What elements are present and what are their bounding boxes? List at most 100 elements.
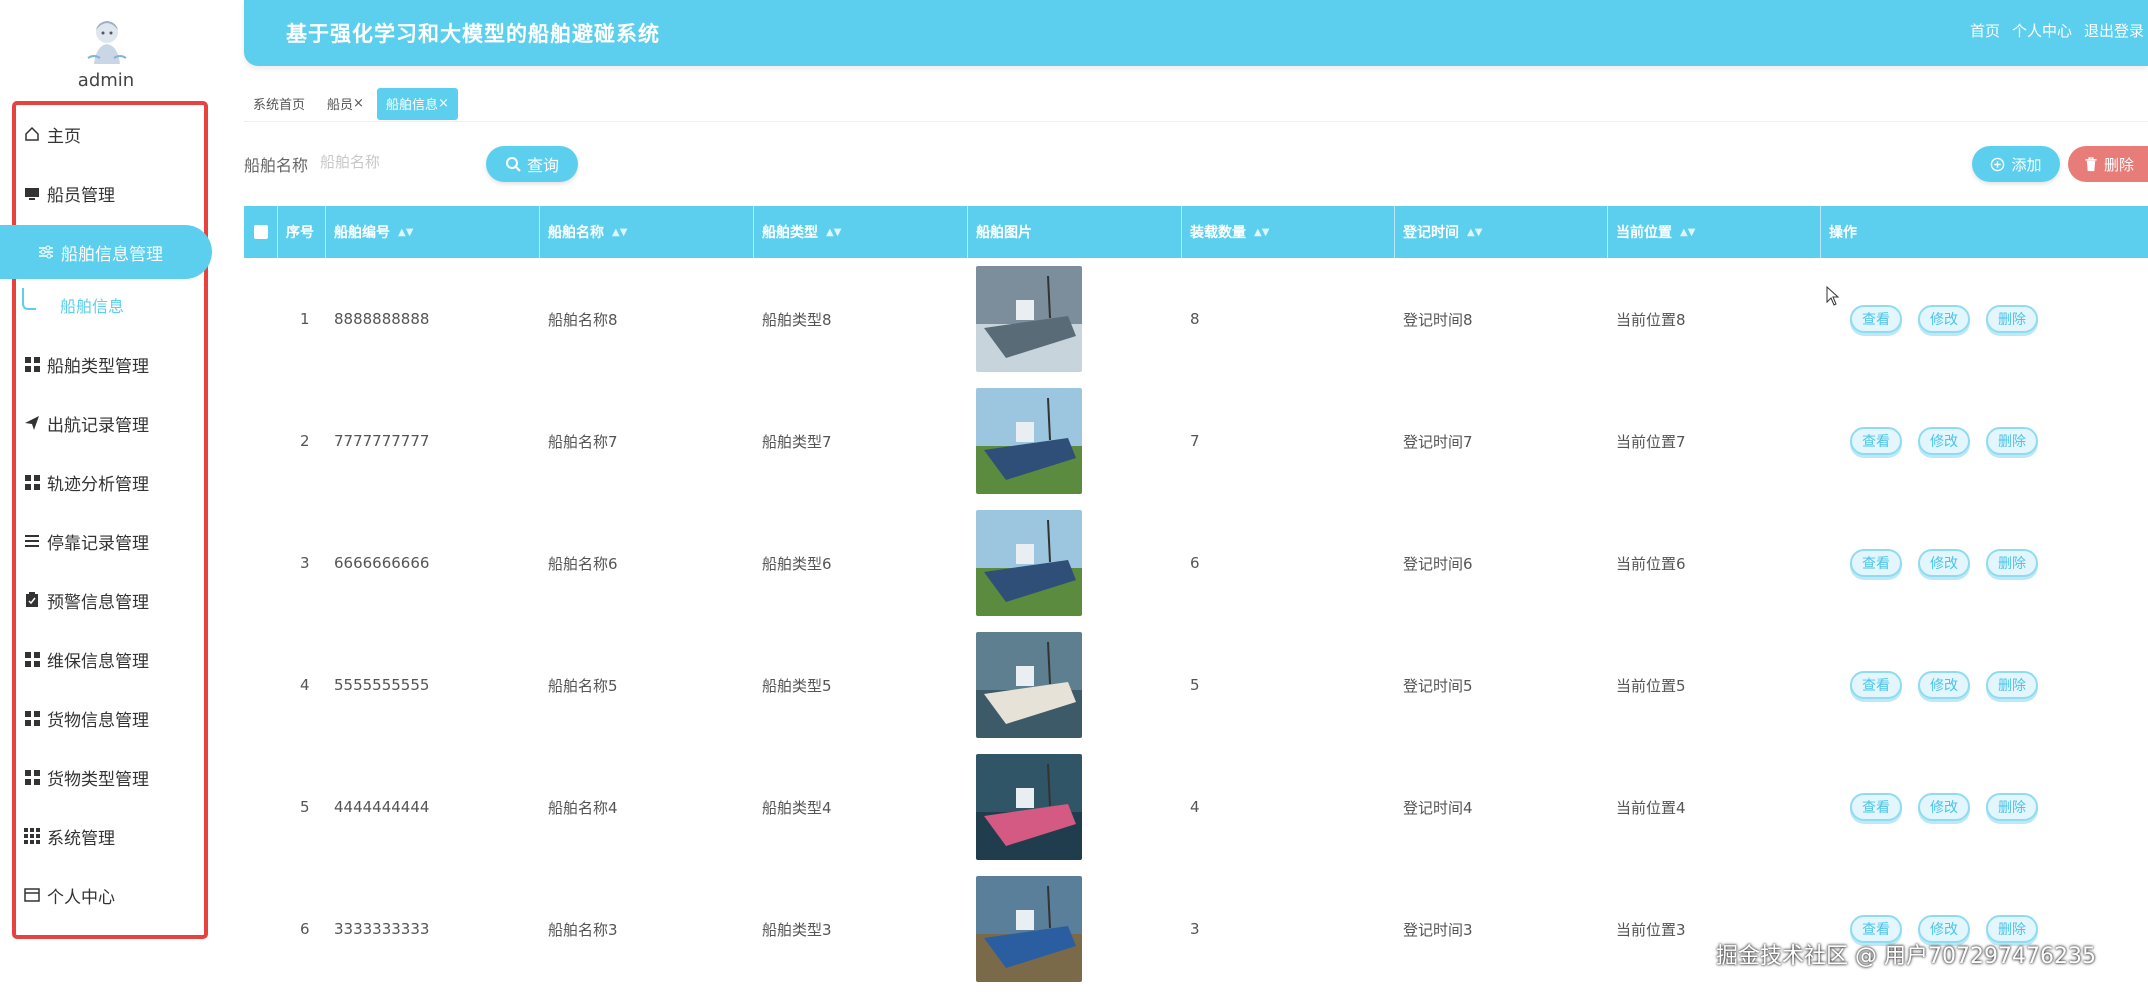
menu-item-label: 预警信息管理	[47, 592, 149, 613]
search-input[interactable]	[320, 144, 470, 180]
page-title: 基于强化学习和大模型的船舶避碰系统	[286, 22, 660, 46]
edit-button[interactable]: 修改	[1918, 549, 1970, 577]
row-checkbox-cell[interactable]	[244, 746, 278, 868]
column-header-time[interactable]: 登记时间 ▲▼	[1395, 206, 1608, 258]
select-all-checkbox-cell	[244, 206, 278, 258]
edit-button[interactable]: 修改	[1918, 305, 1970, 333]
sort-icon: ▲▼	[612, 226, 628, 238]
menu-item-cargo-info[interactable]: 货物信息管理	[24, 696, 149, 740]
view-button[interactable]: 查看	[1850, 793, 1902, 821]
tab-system-home[interactable]: 系统首页	[244, 88, 314, 120]
edit-button[interactable]: 修改	[1918, 427, 1970, 455]
view-button[interactable]: 查看	[1850, 305, 1902, 333]
header-link-home[interactable]: 首页	[1970, 20, 2000, 41]
menu-item-label: 主页	[47, 126, 81, 147]
menu-item-voyage[interactable]: 出航记录管理	[24, 401, 149, 445]
sidebar: admin 主页 船员管理 船舶信息管理 船舶信息 船舶类型管理 出航记录管理 …	[0, 0, 232, 996]
delete-button[interactable]: 删除	[1986, 793, 2038, 821]
query-label: 查询	[526, 156, 559, 175]
edit-button[interactable]: 修改	[1918, 793, 1970, 821]
cell-qty: 6	[1190, 554, 1200, 572]
cell-type: 船舶类型5	[762, 676, 832, 695]
view-button[interactable]: 查看	[1850, 549, 1902, 577]
cell-index: 5	[300, 798, 310, 816]
table-header: 序号 船舶编号 ▲▼ 船舶名称 ▲▼ 船舶类型 ▲▼ 船舶图片 装载数量 ▲▼ 登记时间…	[244, 206, 2148, 258]
cell-actions: 查看 修改 删除	[1850, 380, 2148, 502]
watermark: 掘金技术社区 @ 用户707297476235	[1716, 944, 2096, 969]
list-icon	[24, 533, 40, 549]
row-checkbox-cell[interactable]	[244, 868, 278, 990]
menu-item-ship-type[interactable]: 船舶类型管理	[24, 342, 149, 386]
header-links: 首页 个人中心 退出登录	[1970, 20, 2144, 41]
view-button[interactable]: 查看	[1850, 427, 1902, 455]
cell-type: 船舶类型4	[762, 798, 832, 817]
row-checkbox-cell[interactable]	[244, 258, 278, 380]
edit-button[interactable]: 修改	[1918, 671, 1970, 699]
ship-image[interactable]	[976, 876, 1082, 982]
delete-label: 删除	[2104, 155, 2135, 174]
cell-qty: 7	[1190, 432, 1200, 450]
cell-name: 船舶名称5	[548, 676, 618, 695]
row-checkbox-cell[interactable]	[244, 380, 278, 502]
column-header-position[interactable]: 当前位置 ▲▼	[1608, 206, 1821, 258]
delete-button[interactable]: 删除	[1986, 549, 2038, 577]
close-icon[interactable]: ×	[438, 96, 449, 111]
menu-item-system[interactable]: 系统管理	[24, 814, 115, 858]
query-button[interactable]: 查询	[486, 146, 578, 182]
menu-item-maintenance[interactable]: 维保信息管理	[24, 637, 149, 681]
tab-bar: 系统首页 船员 × 船舶信息 ×	[244, 86, 2148, 122]
delete-button[interactable]: 删除	[1986, 671, 2038, 699]
ship-image[interactable]	[976, 266, 1082, 372]
ship-image[interactable]	[976, 388, 1082, 494]
menu-item-home[interactable]: 主页	[24, 112, 81, 156]
ship-image[interactable]	[976, 632, 1082, 738]
grid-icon	[24, 710, 40, 726]
sliders-icon	[38, 244, 54, 260]
header-link-logout[interactable]: 退出登录	[2084, 20, 2144, 41]
menu-item-cargo-type[interactable]: 货物类型管理	[24, 755, 149, 799]
menu-item-warning[interactable]: 预警信息管理	[24, 578, 149, 622]
cell-name: 船舶名称6	[548, 554, 618, 573]
mouse-cursor-icon	[1826, 286, 1840, 306]
table-row: 4 5555555555 船舶名称5 船舶类型5 5 登记时间5 当前位置5 查看 修改 删除	[244, 624, 2148, 746]
send-icon	[24, 415, 40, 431]
submenu-item-ship-info[interactable]: 船舶信息	[60, 290, 124, 320]
cell-image	[968, 502, 1182, 624]
table-row: 1 8888888888 船舶名称8 船舶类型8 8 登记时间8 当前位置8 查看 修改 删除	[244, 258, 2148, 380]
close-icon[interactable]: ×	[353, 96, 364, 111]
home-icon	[24, 126, 40, 142]
view-button[interactable]: 查看	[1850, 671, 1902, 699]
add-button[interactable]: 添加	[1972, 146, 2060, 182]
menu-item-ship-info[interactable]: 船舶信息管理	[0, 225, 212, 279]
row-checkbox-cell[interactable]	[244, 624, 278, 746]
tab-crew[interactable]: 船员 ×	[318, 88, 373, 120]
tab-label: 系统首页	[253, 98, 306, 113]
search-icon	[505, 157, 521, 172]
ship-image[interactable]	[976, 754, 1082, 860]
ship-image[interactable]	[976, 510, 1082, 616]
menu-item-label: 货物类型管理	[47, 769, 149, 790]
grid-icon	[24, 474, 40, 490]
tab-label: 船员	[327, 98, 354, 113]
delete-button[interactable]: 删除	[1986, 305, 2038, 333]
row-checkbox-cell[interactable]	[244, 502, 278, 624]
column-header-name[interactable]: 船舶名称 ▲▼	[540, 206, 754, 258]
select-all-checkbox[interactable]	[253, 225, 268, 239]
avatar[interactable]	[80, 14, 134, 68]
cell-image	[968, 258, 1182, 380]
delete-button[interactable]: 删除	[1986, 427, 2038, 455]
tab-ship-info[interactable]: 船舶信息 ×	[376, 87, 458, 120]
column-header-qty[interactable]: 装载数量 ▲▼	[1182, 206, 1395, 258]
menu-item-crew[interactable]: 船员管理	[24, 171, 115, 215]
header-link-profile[interactable]: 个人中心	[2012, 20, 2072, 41]
cell-name: 船舶名称4	[548, 798, 618, 817]
column-header-code[interactable]: 船舶编号 ▲▼	[326, 206, 540, 258]
column-header-type[interactable]: 船舶类型 ▲▼	[754, 206, 968, 258]
cell-actions: 查看 修改 删除	[1850, 258, 2148, 380]
cell-position: 当前位置5	[1616, 676, 1686, 695]
batch-delete-button[interactable]: 删除	[2068, 146, 2148, 182]
menu-item-docking[interactable]: 停靠记录管理	[24, 519, 149, 563]
menu-item-trajectory[interactable]: 轨迹分析管理	[24, 460, 149, 504]
sort-icon: ▲▼	[826, 226, 842, 238]
menu-item-profile[interactable]: 个人中心	[24, 873, 115, 917]
